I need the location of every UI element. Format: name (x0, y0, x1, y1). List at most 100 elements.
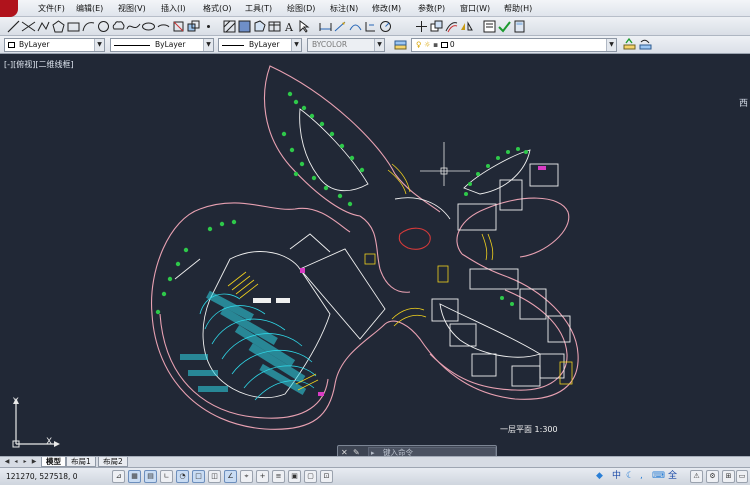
menu-insert[interactable]: 插入(I) (161, 3, 186, 14)
properties-icon[interactable] (482, 19, 497, 34)
lineweight-control[interactable]: ByLayer ▼ (218, 38, 302, 52)
table-icon[interactable] (267, 19, 282, 34)
ime-moon-icon[interactable]: ☾ (626, 469, 634, 484)
dimension-ordinate-icon[interactable] (363, 19, 378, 34)
dynamic-ucs-icon[interactable]: ⌖ (240, 470, 253, 483)
make-object-layer-current-icon[interactable] (622, 37, 637, 52)
viewcube-compass[interactable]: 西 (739, 96, 748, 109)
menu-tools[interactable]: 工具(T) (245, 3, 272, 14)
ime-comma-icon[interactable]: , (640, 469, 643, 484)
workspace-switch-icon[interactable]: ⚙ (706, 470, 719, 483)
chevron-down-icon[interactable]: ▼ (94, 39, 104, 51)
tab-model[interactable]: 模型 (41, 457, 66, 467)
ime-language[interactable]: 中 (612, 469, 621, 484)
spline-icon[interactable] (126, 19, 141, 34)
ellipse-icon[interactable] (141, 19, 156, 34)
ucs-y-label: Y (13, 397, 19, 407)
menu-modify[interactable]: 修改(M) (372, 3, 401, 14)
menu-help[interactable]: 帮助(H) (504, 3, 532, 14)
object-snap-icon[interactable]: □ (192, 470, 205, 483)
dynamic-input-icon[interactable]: + (256, 470, 269, 483)
layout-tab-bar: ◀ ◂ ▸ ▶ 模型 布局1 布局2 (0, 456, 750, 467)
layer-control[interactable]: ♀ ☼ ▪ 0 ▼ (411, 38, 617, 52)
toolbar-lock-icon[interactable]: ⊞ (722, 470, 735, 483)
color-swatch-icon (8, 42, 15, 48)
check-icon[interactable] (497, 19, 512, 34)
ime-width-mode[interactable]: 全 (668, 469, 677, 484)
snap-mode-icon[interactable]: ▦ (128, 470, 141, 483)
layer-thaw-icon: ☼ (423, 40, 431, 49)
dimension-linear-icon[interactable] (318, 19, 333, 34)
tab-layout2[interactable]: 布局2 (98, 457, 128, 467)
annotation-scale-icon[interactable]: ⚠ (690, 470, 703, 483)
chevron-down-icon[interactable]: ▼ (291, 39, 301, 51)
plot-style-control[interactable]: BYCOLOR ▼ (307, 38, 385, 52)
coordinate-readout[interactable]: 121270, 527518, 0 (6, 472, 78, 481)
circle-icon[interactable] (96, 19, 111, 34)
offset-icon[interactable] (444, 19, 459, 34)
first-tab-icon[interactable]: ◀ (3, 458, 11, 466)
object-snap-tracking-icon[interactable]: ∠ (224, 470, 237, 483)
ortho-mode-icon[interactable]: ∟ (160, 470, 173, 483)
copy-icon[interactable] (429, 19, 444, 34)
gradient-icon[interactable] (237, 19, 252, 34)
make-block-icon[interactable] (186, 19, 201, 34)
chevron-down-icon[interactable]: ▼ (374, 39, 384, 51)
menu-window[interactable]: 窗口(W) (460, 3, 490, 14)
arc-icon[interactable] (81, 19, 96, 34)
ellipse-arc-icon[interactable] (156, 19, 171, 34)
polyline-icon[interactable] (36, 19, 51, 34)
linetype-control[interactable]: ByLayer ▼ (110, 38, 214, 52)
menu-view[interactable]: 视图(V) (118, 3, 146, 14)
calculator-icon[interactable] (512, 19, 527, 34)
menu-format[interactable]: 格式(O) (203, 3, 232, 14)
grid-display-icon[interactable]: ▤ (144, 470, 157, 483)
add-selected-icon[interactable] (297, 19, 312, 34)
floor-plan-drawing (150, 65, 579, 430)
selection-cycling-icon[interactable]: ⊡ (320, 470, 333, 483)
menu-draw[interactable]: 绘图(D) (287, 3, 315, 14)
move-icon[interactable] (414, 19, 429, 34)
chevron-down-icon[interactable]: ▼ (606, 39, 616, 51)
construction-line-icon[interactable] (21, 19, 36, 34)
drawing-canvas[interactable]: [-][俯视][二维线框] 西 一层平面 1:300 Y X (0, 54, 750, 456)
revision-cloud-icon[interactable] (111, 19, 126, 34)
mirror-icon[interactable] (459, 19, 474, 34)
next-tab-icon[interactable]: ▸ (21, 458, 29, 466)
layer-properties-icon[interactable] (393, 37, 408, 52)
layer-previous-icon[interactable] (638, 37, 653, 52)
hatch-icon[interactable] (222, 19, 237, 34)
point-icon[interactable] (201, 19, 216, 34)
line-icon[interactable] (6, 19, 21, 34)
ime-logo-icon[interactable]: ◆ (596, 469, 603, 484)
insert-block-icon[interactable] (171, 19, 186, 34)
menu-edit[interactable]: 编辑(E) (76, 3, 103, 14)
menu-parametric[interactable]: 参数(P) (418, 3, 445, 14)
chevron-down-icon[interactable]: ▼ (203, 39, 213, 51)
last-tab-icon[interactable]: ▶ (30, 458, 38, 466)
ucs-x-label: X (46, 437, 53, 447)
clean-screen-icon[interactable]: ▭ (736, 470, 748, 483)
prev-tab-icon[interactable]: ◂ (12, 458, 20, 466)
transparency-icon[interactable]: ▣ (288, 470, 301, 483)
menu-dimension[interactable]: 标注(N) (330, 3, 358, 14)
menu-file[interactable]: 文件(F) (38, 3, 65, 14)
lineweight-toggle-icon[interactable]: ≡ (272, 470, 285, 483)
plan-title: 一层平面 1:300 (500, 425, 558, 434)
dimension-radius-icon[interactable] (378, 19, 393, 34)
dimension-arc-icon[interactable] (348, 19, 363, 34)
application-menu-button[interactable] (0, 0, 18, 17)
color-control[interactable]: ByLayer ▼ (4, 38, 105, 52)
polygon-icon[interactable] (51, 19, 66, 34)
tab-layout1[interactable]: 布局1 (66, 457, 96, 467)
dimension-aligned-icon[interactable] (333, 19, 348, 34)
3d-object-snap-icon[interactable]: ◫ (208, 470, 221, 483)
multiline-text-icon[interactable]: A (282, 19, 297, 34)
rectangle-icon[interactable] (66, 19, 81, 34)
polar-tracking-icon[interactable]: ◔ (176, 470, 189, 483)
quick-properties-icon[interactable]: ▢ (304, 470, 317, 483)
region-icon[interactable] (252, 19, 267, 34)
ime-keyboard-icon[interactable]: ⌨ (652, 469, 665, 484)
infer-constraints-icon[interactable]: ⊿ (112, 470, 125, 483)
viewport-controls[interactable]: [-][俯视][二维线框] (4, 59, 74, 70)
